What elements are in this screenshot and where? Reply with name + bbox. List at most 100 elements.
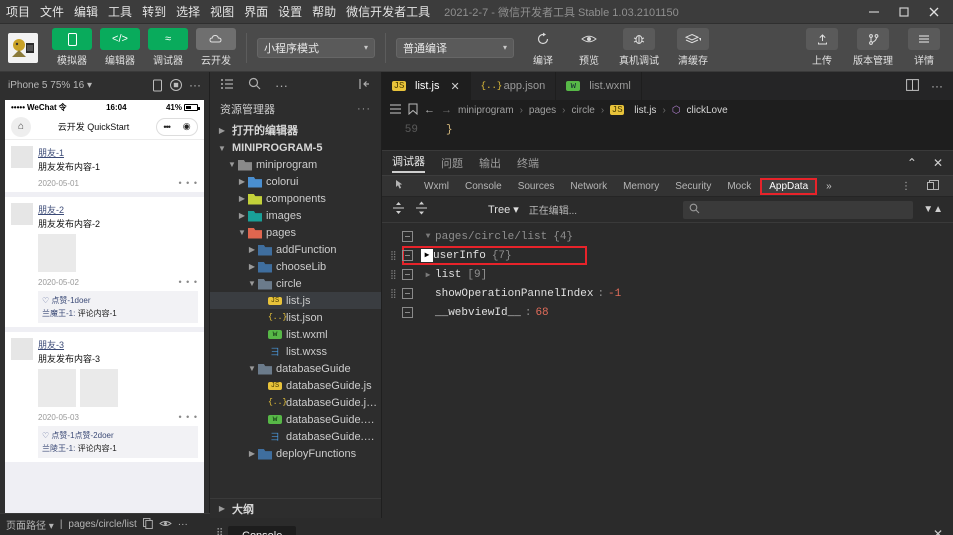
appdata-search[interactable]: [683, 201, 913, 219]
tree-item-databaseguide-json[interactable]: {..}databaseGuide.json: [210, 394, 381, 411]
menu-item-interface[interactable]: 界面: [244, 3, 268, 20]
panel-tab-debugger[interactable]: 调试器: [392, 153, 425, 173]
chevron-right-icon[interactable]: ▶: [246, 245, 258, 254]
chevron-down-icon[interactable]: ▼: [421, 232, 435, 241]
editor-tab-list-js[interactable]: JS list.js ✕: [382, 72, 471, 100]
list-icon[interactable]: [220, 78, 234, 93]
chevron-right-icon[interactable]: ▶: [236, 177, 248, 186]
post-image[interactable]: [38, 369, 76, 407]
appdata-view-mode-select[interactable]: Tree▾: [488, 203, 519, 216]
code-area[interactable]: 59 }: [382, 120, 953, 150]
toolbar-button-compile[interactable]: 编译: [524, 28, 562, 67]
tree-item-databaseguide-wxss[interactable]: 彐databaseGuide.wxss: [210, 428, 381, 445]
bookmark-icon[interactable]: [408, 103, 418, 118]
breadcrumb-item-pages[interactable]: pages: [529, 105, 556, 116]
overflow-icon[interactable]: »: [819, 178, 839, 195]
file-tree[interactable]: ▼miniprogram▶colorui▶components▶images▼p…: [210, 156, 381, 498]
drag-handle-icon[interactable]: ⣿: [216, 528, 222, 535]
devtools-tab-network[interactable]: Network: [563, 178, 614, 195]
outline-icon[interactable]: [390, 104, 402, 117]
menu-item-help[interactable]: 帮助: [312, 3, 336, 20]
menu-item-settings[interactable]: 设置: [278, 3, 302, 20]
post-actions-icon[interactable]: • • •: [179, 277, 198, 287]
tree-item-list-json[interactable]: {..}list.json: [210, 309, 381, 326]
expand-all-icon[interactable]: [415, 201, 428, 218]
console-tab[interactable]: Console: [228, 526, 296, 535]
menu-item-file[interactable]: 文件: [40, 3, 64, 20]
forward-icon[interactable]: →: [441, 104, 452, 116]
chevron-right-icon[interactable]: ▶: [246, 262, 258, 271]
open-editors-section[interactable]: ▶ 打开的编辑器: [210, 120, 381, 140]
more-icon[interactable]: ···: [178, 519, 188, 530]
tree-item-miniprogram[interactable]: ▼miniprogram: [210, 156, 381, 173]
editor-tab-list-wxml[interactable]: w list.wxml: [556, 72, 642, 100]
row-checkbox[interactable]: [402, 307, 413, 318]
tree-item-list-wxss[interactable]: 彐list.wxss: [210, 343, 381, 360]
inspect-icon[interactable]: [388, 176, 415, 197]
devtools-tab-security[interactable]: Security: [668, 178, 718, 195]
tree-item-deployfunctions[interactable]: ▶deployFunctions: [210, 445, 381, 462]
post-actions-icon[interactable]: • • •: [179, 412, 198, 422]
post-image[interactable]: [80, 369, 118, 407]
panel-tab-terminal[interactable]: 终端: [517, 155, 539, 171]
chevron-right-icon[interactable]: ▶: [421, 270, 435, 280]
panel-tab-output[interactable]: 输出: [479, 155, 501, 171]
project-section[interactable]: ▼ MINIPROGRAM-5: [210, 140, 381, 156]
breadcrumb-item-circle[interactable]: circle: [572, 105, 595, 116]
appdata-tree[interactable]: ⣿ ▼ pages/circle/list {4} ⣿ ▶ userInfo: [382, 223, 953, 518]
tree-item-list-js[interactable]: JSlist.js: [210, 292, 381, 309]
tree-item-circle[interactable]: ▼circle: [210, 275, 381, 292]
tree-item-databaseguide[interactable]: ▼databaseGuide: [210, 360, 381, 377]
breadcrumb-item-clicklove[interactable]: clickLove: [687, 105, 728, 116]
device-selector[interactable]: iPhone 5 75% 16 ▾: [8, 80, 92, 91]
appdata-row-webviewid[interactable]: ⣿ __webviewId__ : 68: [382, 303, 953, 322]
tree-item-components[interactable]: ▶components: [210, 190, 381, 207]
drag-handle-icon[interactable]: ⣿: [390, 270, 400, 280]
toolbar-button-realdebug[interactable]: 真机调试: [616, 28, 662, 67]
devtools-tab-mock[interactable]: Mock: [720, 178, 758, 195]
search-icon[interactable]: [248, 77, 261, 93]
breadcrumb-item-miniprogram[interactable]: miniprogram: [458, 105, 514, 116]
menu-item-tools[interactable]: 工具: [108, 3, 132, 20]
appdata-row-userinfo[interactable]: ⣿ ▶ userInfo {7}: [382, 246, 953, 265]
dock-icon[interactable]: [920, 176, 947, 197]
devtools-tab-sources[interactable]: Sources: [511, 178, 562, 195]
menu-item-edit[interactable]: 编辑: [74, 3, 98, 20]
project-logo-icon[interactable]: [8, 33, 38, 63]
kebab-icon[interactable]: ⋮: [894, 178, 918, 195]
close-icon[interactable]: ✕: [933, 527, 943, 535]
chevron-down-icon[interactable]: ▼: [246, 279, 258, 288]
menu-item-goto[interactable]: 转到: [142, 3, 166, 20]
chevron-up-icon[interactable]: ⌃: [907, 156, 917, 170]
post-actions-icon[interactable]: • • •: [179, 178, 198, 188]
more-icon[interactable]: ···: [931, 79, 943, 93]
compile-select[interactable]: 普通编译 ▾: [396, 38, 514, 58]
toolbar-button-upload[interactable]: 上传: [803, 28, 841, 67]
menu-item-devtools[interactable]: 微信开发者工具: [346, 3, 430, 20]
toolbar-button-details[interactable]: 详情: [905, 28, 943, 67]
collapse-all-icon[interactable]: [392, 201, 405, 218]
close-icon[interactable]: [927, 5, 941, 19]
eye-icon[interactable]: [159, 519, 172, 531]
split-editor-icon[interactable]: [906, 79, 919, 94]
search-nav-icons[interactable]: ▼▲: [923, 204, 943, 215]
post-author[interactable]: 朋友-2: [38, 203, 100, 216]
appdata-row-root[interactable]: ⣿ ▼ pages/circle/list {4}: [382, 227, 953, 246]
maximize-icon[interactable]: [897, 5, 911, 19]
toolbar-button-cloud[interactable]: 云开发: [196, 28, 236, 67]
close-icon[interactable]: ✕: [450, 80, 459, 93]
chevron-right-icon[interactable]: ▶: [236, 194, 248, 203]
chevron-right-icon[interactable]: ▶: [246, 449, 258, 458]
menu-item-select[interactable]: 选择: [176, 3, 200, 20]
toolbar-button-preview[interactable]: 预览: [570, 28, 608, 67]
appdata-value[interactable]: 68: [535, 307, 548, 319]
phone-rotate-icon[interactable]: [152, 79, 163, 92]
drag-handle-icon[interactable]: ⣿: [390, 251, 400, 261]
tree-item-databaseguide-js[interactable]: JSdatabaseGuide.js: [210, 377, 381, 394]
devtools-tab-appdata[interactable]: AppData: [760, 178, 817, 195]
collapse-icon[interactable]: [358, 78, 371, 93]
copy-icon[interactable]: [143, 518, 153, 532]
page-path-selector[interactable]: 页面路径 ▾: [6, 517, 54, 532]
more-icon[interactable]: ···: [189, 78, 201, 92]
phone-capsule-button[interactable]: ••• ◉: [156, 118, 198, 136]
